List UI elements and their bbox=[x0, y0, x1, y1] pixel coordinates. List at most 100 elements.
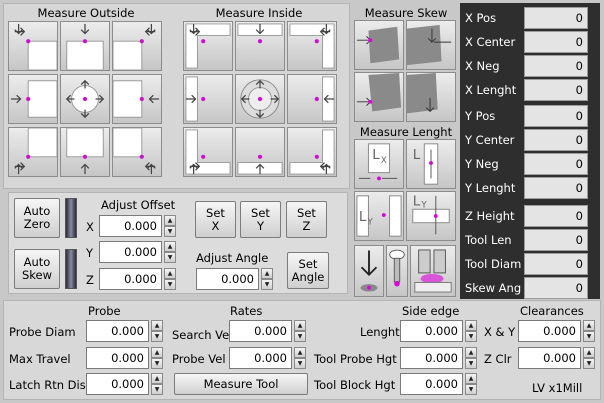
readout-label-6: Y Center bbox=[465, 133, 515, 147]
clearance-xy-spinner[interactable]: ▲ ▼ bbox=[583, 320, 595, 342]
outside-y-edge-button[interactable] bbox=[60, 127, 110, 177]
search-vel-spinner[interactable]: ▲ ▼ bbox=[294, 320, 306, 342]
readout-value-3[interactable]: 0 bbox=[524, 55, 588, 77]
max-travel-spinner[interactable]: ▲ ▼ bbox=[151, 347, 163, 369]
outside-x-y-corner-button[interactable] bbox=[8, 21, 58, 71]
offset-y-input[interactable]: 0.000 bbox=[99, 241, 162, 263]
probe-diam-input[interactable]: 0.000 bbox=[86, 320, 149, 342]
inside-y-edge-button[interactable] bbox=[235, 127, 285, 177]
skew-button-top-right[interactable] bbox=[406, 20, 456, 70]
outside-center-button[interactable] bbox=[60, 74, 110, 124]
tool-probe-hgt-input[interactable]: 0.000 bbox=[400, 347, 463, 369]
svg-text:Y: Y bbox=[420, 200, 427, 210]
readout-value-5[interactable]: 0 bbox=[524, 105, 588, 127]
latch-rtn-spinner[interactable]: ▲ ▼ bbox=[151, 373, 163, 395]
tool-probe-hgt-spinner[interactable]: ▲ ▼ bbox=[465, 347, 477, 369]
z-height-button[interactable] bbox=[354, 245, 384, 297]
latch-rtn-input[interactable]: 0.000 bbox=[86, 373, 149, 395]
inside-x-edge-button[interactable] bbox=[183, 74, 233, 124]
offset-y-spinner[interactable]: ▲ ▼ bbox=[164, 241, 176, 263]
inside-center-button[interactable] bbox=[235, 74, 285, 124]
set-angle-button[interactable]: Set Angle bbox=[287, 252, 329, 289]
inside-x-y-corner-button[interactable] bbox=[183, 21, 233, 71]
measure-inside-title: Measure Inside bbox=[215, 6, 303, 20]
readout-value-6[interactable]: 0 bbox=[524, 129, 588, 151]
inside-y-edge-button[interactable] bbox=[235, 21, 285, 71]
probe-title: Probe bbox=[88, 304, 121, 318]
offset-z-input[interactable]: 0.000 bbox=[99, 268, 162, 290]
auto-zero-button[interactable]: Auto Zero bbox=[14, 198, 60, 238]
offset-x-input[interactable]: 0.000 bbox=[99, 215, 162, 237]
tool-length-button[interactable] bbox=[386, 245, 408, 297]
measure-skew-title: Measure Skew bbox=[364, 6, 448, 20]
tool-block-hgt-spinner[interactable]: ▲ ▼ bbox=[465, 373, 477, 395]
outside-x-y-corner-button[interactable] bbox=[112, 127, 162, 177]
outside-x-y-corner-button[interactable] bbox=[8, 127, 58, 177]
outside-x-edge-button[interactable] bbox=[8, 74, 58, 124]
readout-label-4: X Lenght bbox=[465, 83, 517, 97]
tool-block-hgt-input[interactable]: 0.000 bbox=[400, 373, 463, 395]
length-button-lx-inside[interactable]: L bbox=[406, 139, 456, 189]
readout-label-11: Tool Diam bbox=[465, 257, 522, 271]
rates-title: Rates bbox=[230, 304, 263, 318]
readout-label-3: X Neg bbox=[465, 59, 500, 73]
offset-z-spinner[interactable]: ▲ ▼ bbox=[164, 268, 176, 290]
search-vel-input[interactable]: 0.000 bbox=[229, 320, 292, 342]
inside-x-y-corner-button[interactable] bbox=[287, 127, 337, 177]
probe-vel-input[interactable]: 0.000 bbox=[229, 347, 292, 369]
z-clr-label: Z Clr bbox=[484, 352, 512, 366]
readout-value-4[interactable]: 0 bbox=[524, 79, 588, 101]
readout-value-2[interactable]: 0 bbox=[524, 31, 588, 53]
angle-input[interactable]: 0.000 bbox=[196, 268, 259, 290]
measure-tool-button[interactable]: Measure Tool bbox=[174, 373, 308, 395]
clearance-xy-input[interactable]: 0.000 bbox=[518, 320, 581, 342]
measure-length-title: Measure Lenght bbox=[359, 125, 453, 139]
set-x-button[interactable]: Set X bbox=[195, 201, 236, 238]
svg-text:L: L bbox=[413, 148, 421, 163]
readout-value-10[interactable]: 0 bbox=[524, 229, 588, 251]
clearances-title: Clearances bbox=[520, 304, 584, 318]
auto-zero-indicator bbox=[65, 198, 77, 238]
max-travel-label: Max Travel bbox=[9, 352, 71, 366]
z-clr-input[interactable]: 0.000 bbox=[518, 347, 581, 369]
svg-text:L: L bbox=[359, 210, 367, 225]
length-input[interactable]: 0.000 bbox=[400, 320, 463, 342]
inside-x-edge-button[interactable] bbox=[287, 74, 337, 124]
angle-spinner[interactable]: ▲ ▼ bbox=[261, 268, 273, 290]
inside-x-y-corner-button[interactable] bbox=[287, 21, 337, 71]
length-label: Lenght bbox=[360, 325, 400, 339]
probe-vel-spinner[interactable]: ▲ ▼ bbox=[294, 347, 306, 369]
outside-x-y-corner-button[interactable] bbox=[112, 21, 162, 71]
tool-diameter-button[interactable] bbox=[410, 245, 456, 297]
readout-label-1: X Pos bbox=[465, 11, 497, 25]
readout-label-7: Y Neg bbox=[465, 157, 499, 171]
readout-value-12[interactable]: 0 bbox=[524, 277, 588, 299]
probe-diam-spinner[interactable]: ▲ ▼ bbox=[151, 320, 163, 342]
inside-x-y-corner-button[interactable] bbox=[183, 127, 233, 177]
outside-x-edge-button[interactable] bbox=[112, 74, 162, 124]
readout-value-11[interactable]: 0 bbox=[524, 253, 588, 275]
length-button-lx-outside[interactable]: LX bbox=[354, 139, 404, 189]
length-spinner[interactable]: ▲ ▼ bbox=[465, 320, 477, 342]
readout-value-9[interactable]: 0 bbox=[524, 205, 588, 227]
length-button-ly-inside[interactable]: LY bbox=[406, 191, 456, 241]
readout-value-1[interactable]: 0 bbox=[524, 7, 588, 29]
offset-y-label: Y bbox=[86, 246, 94, 260]
skew-button-bottom-right[interactable] bbox=[406, 72, 456, 122]
adjust-angle-title: Adjust Angle bbox=[196, 251, 269, 265]
readout-value-8[interactable]: 0 bbox=[524, 177, 588, 199]
readout-label-10: Tool Len bbox=[465, 233, 512, 247]
max-travel-input[interactable]: 0.000 bbox=[86, 347, 149, 369]
outside-y-edge-button[interactable] bbox=[60, 21, 110, 71]
z-clr-spinner[interactable]: ▲ ▼ bbox=[583, 347, 595, 369]
measure-outside-title: Measure Outside bbox=[37, 6, 135, 20]
set-z-button[interactable]: Set Z bbox=[286, 201, 327, 238]
offset-x-spinner[interactable]: ▲ ▼ bbox=[164, 215, 176, 237]
readout-value-7[interactable]: 0 bbox=[524, 153, 588, 175]
auto-skew-button[interactable]: Auto Skew bbox=[14, 249, 60, 289]
skew-button-top-left[interactable] bbox=[354, 20, 404, 70]
skew-button-bottom-left[interactable] bbox=[354, 72, 404, 122]
svg-text:Y: Y bbox=[366, 218, 373, 228]
length-button-ly-outside[interactable]: LY bbox=[354, 191, 404, 241]
set-y-button[interactable]: Set Y bbox=[240, 201, 281, 238]
